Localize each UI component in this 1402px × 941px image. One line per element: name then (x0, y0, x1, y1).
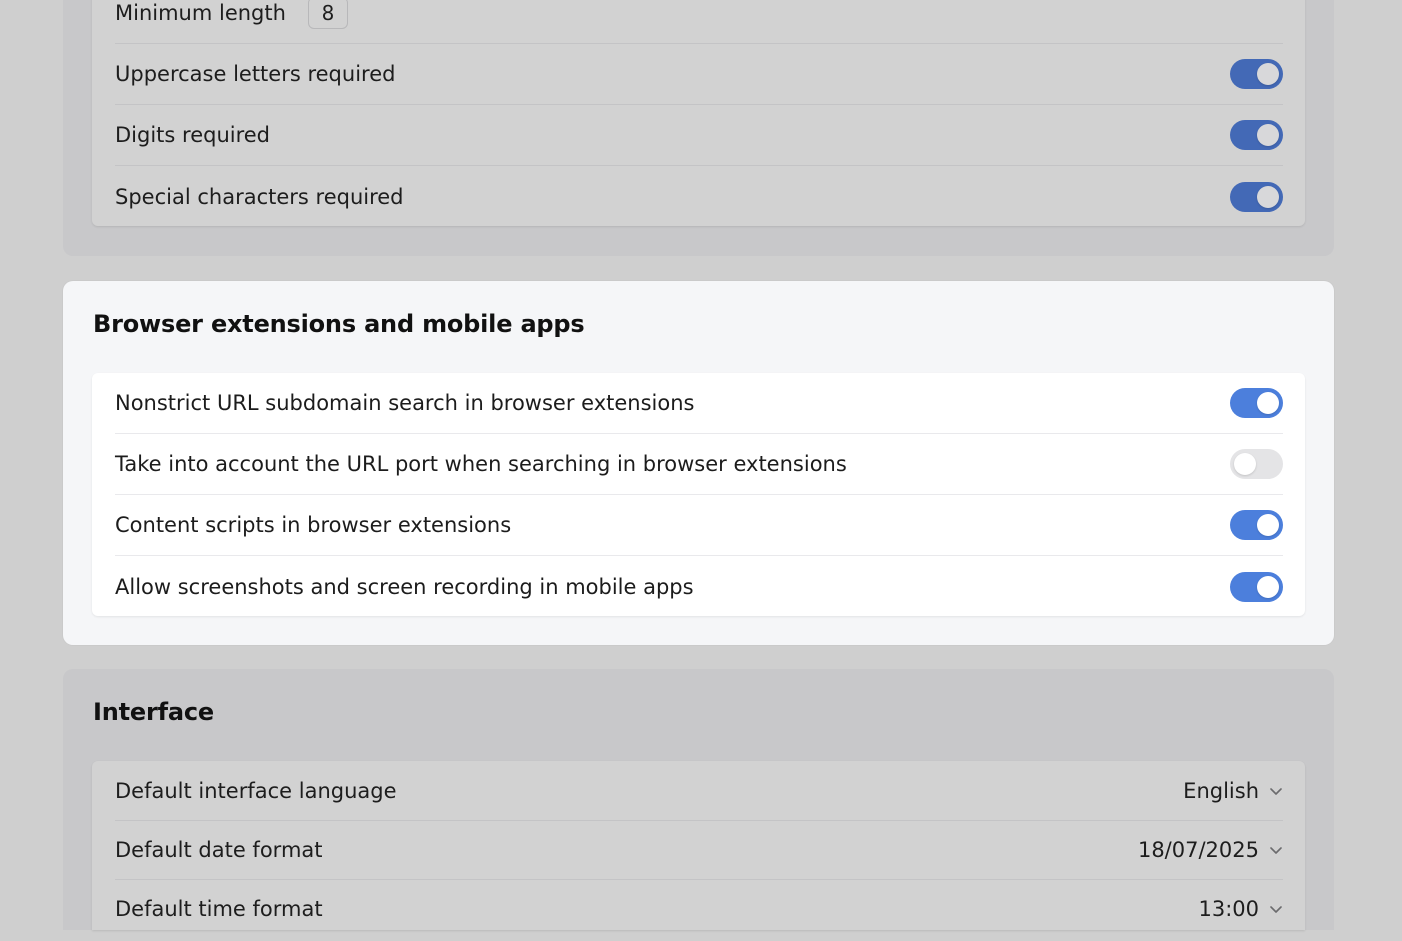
content-scripts-toggle[interactable] (1230, 510, 1283, 540)
screenshots-row: Allow screenshots and screen recording i… (115, 556, 1283, 617)
toggle-knob-icon (1257, 63, 1279, 85)
subdomain-search-toggle[interactable] (1230, 388, 1283, 418)
uppercase-toggle[interactable] (1230, 59, 1283, 89)
section-title: Browser extensions and mobile apps (93, 310, 585, 338)
date-format-row: Default date format 18/07/2025 (115, 821, 1283, 880)
toggle-knob-icon (1257, 185, 1279, 208)
time-format-select[interactable]: 13:00 (1198, 897, 1283, 921)
digits-row: Digits required (115, 105, 1283, 166)
language-row: Default interface language English (115, 761, 1283, 821)
digits-toggle[interactable] (1230, 120, 1283, 150)
min-length-row: Minimum length 8 (115, 0, 1283, 44)
subdomain-search-row: Nonstrict URL subdomain search in browse… (115, 373, 1283, 434)
browser-extensions-card: Nonstrict URL subdomain search in browse… (92, 373, 1305, 616)
special-chars-label: Special characters required (115, 184, 404, 209)
time-format-label: Default time format (115, 897, 323, 921)
min-length-label: Minimum length (115, 1, 286, 25)
toggle-knob-icon (1257, 575, 1279, 598)
chevron-down-icon (1269, 784, 1283, 798)
language-label: Default interface language (115, 778, 397, 803)
content-scripts-label: Content scripts in browser extensions (115, 513, 512, 537)
chevron-down-icon (1269, 902, 1283, 916)
settings-page: Minimum length 8 Uppercase letters requi… (0, 0, 1402, 941)
time-format-value: 13:00 (1198, 897, 1259, 921)
subdomain-search-label: Nonstrict URL subdomain search in browse… (115, 391, 695, 415)
screenshots-label: Allow screenshots and screen recording i… (115, 574, 694, 599)
url-port-toggle[interactable] (1230, 449, 1283, 479)
browser-extensions-section: Browser extensions and mobile apps Nonst… (63, 281, 1334, 645)
interface-section: Interface Default interface language Eng… (63, 669, 1334, 930)
content-scripts-row: Content scripts in browser extensions (115, 495, 1283, 556)
language-value: English (1183, 778, 1259, 803)
min-length-input[interactable]: 8 (307, 0, 348, 29)
password-policy-section: Minimum length 8 Uppercase letters requi… (63, 0, 1334, 256)
interface-card: Default interface language English Defau… (92, 761, 1305, 930)
digits-label: Digits required (115, 123, 271, 147)
special-chars-toggle[interactable] (1230, 181, 1283, 212)
uppercase-label: Uppercase letters required (115, 62, 396, 86)
chevron-down-icon (1269, 843, 1283, 857)
toggle-knob-icon (1257, 392, 1279, 414)
screenshots-toggle[interactable] (1230, 571, 1283, 602)
time-format-row: Default time format 13:00 (115, 880, 1283, 938)
language-select[interactable]: English (1183, 779, 1283, 803)
toggle-knob-icon (1257, 124, 1279, 146)
date-format-select[interactable]: 18/07/2025 (1138, 838, 1283, 862)
url-port-label: Take into account the URL port when sear… (115, 452, 847, 476)
toggle-knob-icon (1234, 453, 1256, 475)
date-format-value: 18/07/2025 (1137, 838, 1259, 862)
url-port-row: Take into account the URL port when sear… (115, 434, 1283, 495)
uppercase-row: Uppercase letters required (115, 44, 1283, 105)
date-format-label: Default date format (115, 838, 323, 862)
toggle-knob-icon (1257, 514, 1279, 536)
special-chars-row: Special characters required (115, 166, 1283, 227)
password-policy-card: Minimum length 8 Uppercase letters requi… (92, 0, 1305, 226)
section-title: Interface (93, 698, 214, 726)
